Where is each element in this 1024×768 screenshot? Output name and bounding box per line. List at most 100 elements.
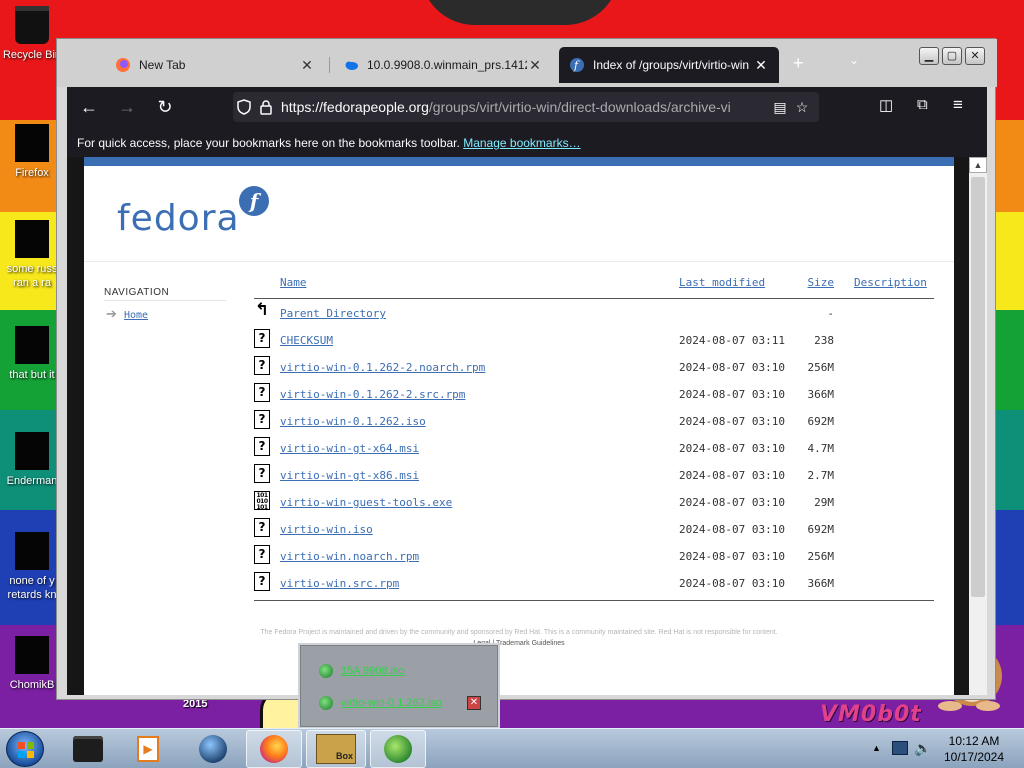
reader-view-icon[interactable]: ▤ [769, 99, 791, 116]
extensions-icon[interactable]: ⧉ [917, 96, 928, 113]
volume-icon[interactable]: 🔈 [914, 740, 931, 757]
media-player-icon: ▶ [137, 736, 159, 762]
file-size: 366M [807, 577, 835, 590]
file-size: 692M [807, 523, 835, 536]
back-button[interactable]: ← [73, 91, 105, 123]
close-window-button[interactable]: ✕ [965, 47, 985, 65]
file-link[interactable]: virtio-win.src.rpm [280, 577, 399, 590]
idm-icon [384, 735, 412, 763]
show-hidden-icons-button[interactable]: ▲ [872, 743, 881, 753]
sort-by-modified-link[interactable]: Last modified [679, 276, 765, 289]
file-link[interactable]: virtio-win-0.1.262-2.noarch.rpm [280, 361, 485, 374]
sort-by-size-link[interactable]: Size [794, 276, 835, 289]
none-of-you-icon[interactable]: none of y retards kn [0, 532, 64, 602]
fedora-icon: f [570, 58, 584, 72]
maximize-button[interactable]: ▢ [942, 47, 962, 65]
tab-new-tab[interactable]: New Tab ✕ [105, 47, 325, 83]
firefox-desktop-icon[interactable]: Firefox [0, 124, 64, 180]
taskbar-idm-button[interactable] [370, 730, 426, 768]
page-top-bar [84, 157, 954, 166]
footer-links[interactable]: Legal | Trademark Guidelines [84, 640, 954, 647]
fedora-page: fedora f NAVIGATION ➔ Home Name Last mod… [84, 157, 954, 695]
close-icon[interactable]: ✕ [467, 696, 481, 710]
pocket-icon[interactable]: ◫ [879, 96, 893, 114]
listing-header-row: Name Last modified Size Description [254, 272, 934, 294]
parent-directory-icon: ↰ [254, 300, 270, 321]
download-item[interactable]: virtio-win-0.1.262.iso [319, 694, 442, 712]
tab-onedrive[interactable]: 10.0.9908.0.winmain_prs.141212 ✕ [333, 47, 553, 83]
scrollbar-thumb[interactable] [971, 177, 985, 597]
taskbar-globe-button[interactable] [185, 730, 241, 768]
taskbar-media-player-button[interactable]: ▶ [120, 730, 176, 768]
lock-icon[interactable] [255, 99, 277, 115]
chomik-icon[interactable]: ChomikB [0, 636, 64, 692]
russian-note-icon[interactable]: some russ ran a ra [0, 220, 64, 290]
minimize-button[interactable]: ▁ [919, 47, 939, 65]
that-but-icon[interactable]: that but it [0, 326, 64, 382]
file-link[interactable]: virtio-win-gt-x86.msi [280, 469, 419, 482]
file-link[interactable]: virtio-win.iso [280, 523, 373, 536]
table-row: ? virtio-win-gt-x86.msi 2024-08-07 03:10 2.… [254, 461, 934, 488]
tab-close-icon[interactable]: ✕ [753, 57, 769, 74]
file-link[interactable]: virtio-win-guest-tools.exe [280, 496, 452, 509]
file-size: - [827, 307, 834, 320]
unknown-file-icon: ? [254, 329, 270, 348]
hamburger-menu-icon[interactable]: ≡ [953, 95, 963, 115]
unknown-file-icon: ? [254, 410, 270, 429]
file-link[interactable]: CHECKSUM [280, 334, 333, 347]
url-bar[interactable]: https://fedorapeople.org/groups/virt/vir… [233, 92, 819, 122]
forward-button[interactable]: → [111, 91, 143, 123]
file-link[interactable]: virtio-win-0.1.262-2.src.rpm [280, 388, 465, 401]
file-rows: ? CHECKSUM 2024-08-07 03:11 238? virtio-win-… [254, 326, 934, 596]
wallpaper-vm-tag: VM0b0t [820, 702, 922, 727]
file-modified: 2024-08-07 03:10 [679, 442, 785, 455]
new-tab-button[interactable]: + [793, 53, 804, 74]
parent-directory-link[interactable]: Parent Directory [280, 307, 386, 320]
page-scrollbar[interactable]: ▲ [969, 157, 987, 695]
file-size: 2.7M [807, 469, 835, 482]
sort-by-name-link[interactable]: Name [280, 276, 307, 289]
sort-by-description-link[interactable]: Description [854, 276, 927, 289]
bookmark-star-icon[interactable]: ☆ [791, 99, 813, 116]
file-link[interactable]: virtio-win-gt-x64.msi [280, 442, 419, 455]
url-path: /groups/virt/virtio-win/direct-downloads… [428, 99, 731, 115]
network-icon[interactable] [892, 741, 908, 755]
downloads-popup: 15A 9908.iso virtio-win-0.1.262.iso ✕ [300, 645, 498, 727]
tab-fedora-index[interactable]: f Index of /groups/virt/virtio-win ✕ [559, 47, 779, 83]
file-modified: 2024-08-07 03:10 [679, 415, 785, 428]
fedora-logo-icon[interactable]: f [239, 186, 269, 216]
unknown-file-icon: ? [254, 383, 270, 402]
shield-icon[interactable] [233, 99, 255, 115]
system-clock[interactable]: 10:12 AM 10/17/2024 [940, 733, 1008, 765]
tab-title: Index of /groups/virt/virtio-win [593, 58, 750, 72]
file-link[interactable]: virtio-win-0.1.262.iso [280, 415, 426, 428]
table-row: ? virtio-win-0.1.262-2.src.rpm 2024-08-07 … [254, 380, 934, 407]
taskbar-box-button[interactable]: Box [306, 730, 366, 768]
url-text[interactable]: https://fedorapeople.org/groups/virt/vir… [281, 99, 769, 115]
file-link[interactable]: virtio-win.noarch.rpm [280, 550, 419, 563]
globe-icon [199, 735, 227, 763]
desktop-icon-label: none of y retards kn [7, 575, 57, 601]
manage-bookmarks-link[interactable]: Manage bookmarks… [463, 136, 580, 150]
taskbar-cmd-button[interactable] [60, 730, 116, 768]
fedora-logo-text[interactable]: fedora [117, 198, 240, 239]
file-size: 4.7M [807, 442, 835, 455]
box-icon: Box [316, 734, 356, 764]
taskbar-firefox-button[interactable] [246, 730, 302, 768]
bookmarks-toolbar: For quick access, place your bookmarks h… [67, 127, 987, 157]
tab-title: New Tab [139, 58, 186, 72]
start-button[interactable] [6, 731, 44, 767]
table-row: ? virtio-win-0.1.262-2.noarch.rpm 2024-08-… [254, 353, 934, 380]
russian-note-glyph [15, 220, 49, 258]
recycle-bin-icon[interactable]: Recycle Bin [0, 6, 64, 62]
tab-close-icon[interactable]: ✕ [527, 57, 543, 74]
reload-button[interactable]: ↻ [149, 91, 181, 123]
enderman-icon[interactable]: Enderman [0, 432, 64, 488]
tab-close-icon[interactable]: ✕ [299, 57, 315, 74]
list-all-tabs-button[interactable]: ⌄ [849, 53, 859, 67]
scroll-up-arrow-icon[interactable]: ▲ [969, 157, 987, 173]
download-item[interactable]: 15A 9908.iso [319, 662, 405, 680]
nav-home-link[interactable]: Home [124, 310, 148, 321]
unknown-file-icon: ? [254, 464, 270, 483]
tab-title: 10.0.9908.0.winmain_prs.141212 [367, 58, 527, 72]
